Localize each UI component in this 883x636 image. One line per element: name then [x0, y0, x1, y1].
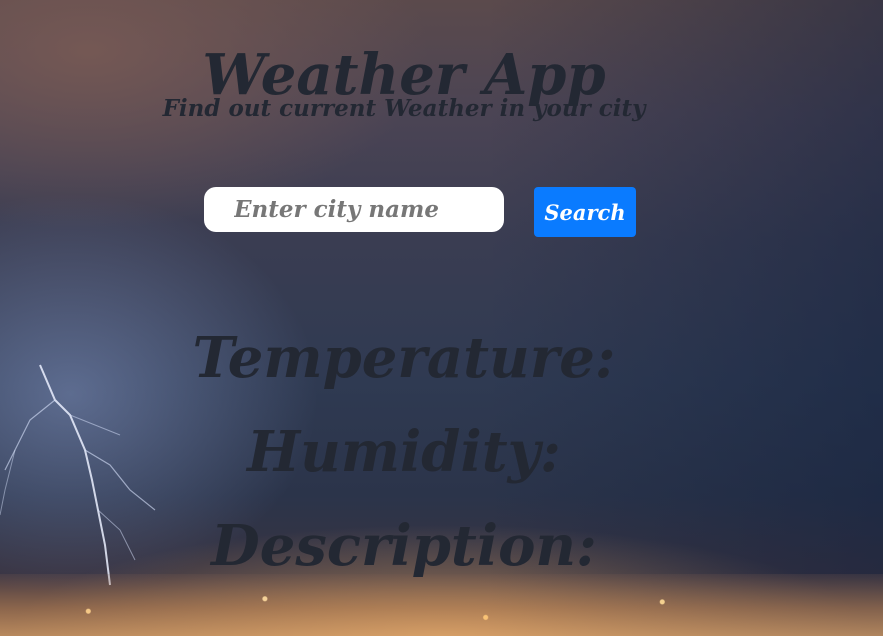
description-label: Description: [211, 513, 597, 579]
city-search-input[interactable] [204, 187, 504, 232]
app-subtitle: Find out current Weather in your city [162, 95, 646, 122]
search-button[interactable]: Search [534, 187, 636, 237]
temperature-label: Temperature: [192, 325, 616, 391]
humidity-label: Humidity: [247, 419, 561, 485]
